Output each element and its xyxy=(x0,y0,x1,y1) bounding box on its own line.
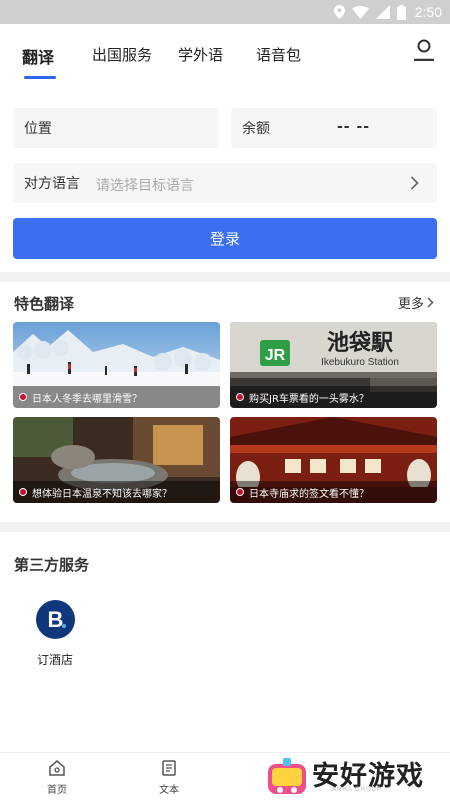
third-party-section-title: 第三方服务 xyxy=(14,556,90,574)
chevron-right-icon xyxy=(410,176,419,190)
status-icons: 2:50 xyxy=(333,3,442,21)
japan-flag-icon xyxy=(19,488,27,496)
more-label: 更多 xyxy=(397,297,424,312)
status-time: 2:50 xyxy=(414,4,442,20)
japan-flag-icon xyxy=(19,393,27,401)
card-caption: 日本人冬季去哪里滑雪？ xyxy=(13,386,220,408)
chevron-right-icon xyxy=(427,297,434,308)
hotel-booking-logo[interactable]: B xyxy=(36,600,75,639)
more-link[interactable]: 更多 xyxy=(398,293,434,312)
location-field[interactable]: 位置 xyxy=(13,108,219,148)
japan-flag-icon xyxy=(236,393,244,401)
svg-text:JR: JR xyxy=(265,347,286,364)
svg-text:池袋駅: 池袋駅 xyxy=(327,330,393,356)
card-caption: 想体验日本温泉不知该去哪家？ xyxy=(13,481,220,503)
section-divider xyxy=(0,522,450,532)
hotel-logo-letter: B xyxy=(47,606,64,632)
tab-overseas-services[interactable]: 出国服务 xyxy=(92,44,152,65)
feature-card-skiing[interactable]: 日本人冬季去哪里滑雪？ xyxy=(13,322,220,408)
balance-value: -- -- xyxy=(337,119,371,135)
nav-home[interactable]: 首页 xyxy=(37,759,77,796)
target-language-selector[interactable]: 对方语言 请选择目标语言 xyxy=(13,163,437,203)
card-caption: 购买JR车票看的一头雾水？ xyxy=(230,386,437,408)
document-icon xyxy=(162,760,176,776)
tab-learn-language[interactable]: 学外语 xyxy=(178,44,223,65)
nav-home-label: 首页 xyxy=(47,785,67,796)
feature-card-temple[interactable]: 日本寺庙求的签文看不懂？ xyxy=(230,417,437,503)
hotel-booking-label[interactable]: 订酒店 xyxy=(37,651,73,668)
target-language-placeholder: 请选择目标语言 xyxy=(96,178,194,194)
user-icon[interactable] xyxy=(414,39,434,61)
active-tab-indicator xyxy=(24,76,56,79)
japan-flag-icon xyxy=(236,488,244,496)
gamepad-logo-icon xyxy=(268,758,306,794)
top-tabs: 翻译 出国服务 学外语 语音包 xyxy=(0,24,450,84)
wifi-icon xyxy=(351,5,369,19)
svg-text:Ikebukuro Station: Ikebukuro Station xyxy=(321,357,399,368)
battery-icon xyxy=(396,4,406,20)
card-caption-text: 日本寺庙求的签文看不懂？ xyxy=(249,488,369,500)
card-caption-text: 日本人冬季去哪里滑雪？ xyxy=(32,393,142,405)
feature-card-jr-ticket[interactable]: JR 池袋駅 Ikebukuro Station 购买JR车票看的一头雾水？ xyxy=(230,322,437,408)
card-caption-text: 想体验日本温泉不知该去哪家？ xyxy=(32,488,172,500)
location-icon xyxy=(333,5,345,19)
feature-card-onsen[interactable]: 想体验日本温泉不知该去哪家？ xyxy=(13,417,220,503)
tab-voice-pack[interactable]: 语音包 xyxy=(256,44,301,65)
target-language-label: 对方语言 xyxy=(24,176,80,192)
logo-dot xyxy=(62,624,66,628)
location-label: 位置 xyxy=(24,121,52,137)
card-caption-text: 购买JR车票看的一头雾水？ xyxy=(249,393,369,405)
login-button[interactable]: 登录 xyxy=(13,218,437,259)
watermark-subtext: ANHA GROUP xyxy=(332,787,383,793)
status-bar: 2:50 xyxy=(0,0,450,24)
balance-field: 余额 -- -- xyxy=(231,108,437,148)
home-icon xyxy=(49,760,65,776)
nav-text-label: 文本 xyxy=(159,785,179,796)
signal-icon xyxy=(375,5,390,19)
section-divider xyxy=(0,272,450,282)
balance-label: 余额 xyxy=(242,121,270,137)
featured-section-title: 特色翻译 xyxy=(14,295,75,313)
watermark: 安好游戏 ANHA GROUP xyxy=(266,754,450,800)
tab-translate[interactable]: 翻译 xyxy=(22,44,54,68)
card-caption: 日本寺庙求的签文看不懂？ xyxy=(230,481,437,503)
nav-text[interactable]: 文本 xyxy=(149,759,189,796)
